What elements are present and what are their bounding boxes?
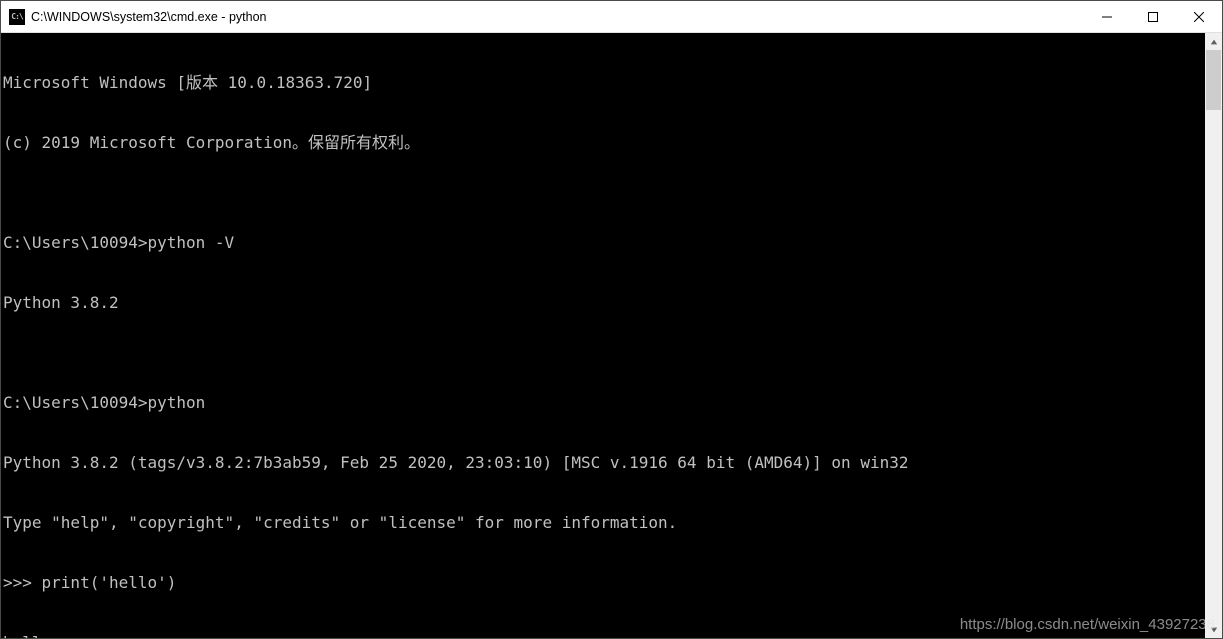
maximize-button[interactable] xyxy=(1130,1,1176,32)
cmd-icon: C:\ xyxy=(9,9,25,25)
terminal-line: >>> print('hello') xyxy=(3,573,1205,593)
terminal-line: Python 3.8.2 (tags/v3.8.2:7b3ab59, Feb 2… xyxy=(3,453,1205,473)
titlebar-controls xyxy=(1084,1,1222,32)
titlebar[interactable]: C:\ C:\WINDOWS\system32\cmd.exe - python xyxy=(1,1,1222,33)
close-button[interactable] xyxy=(1176,1,1222,32)
terminal-line: hello xyxy=(3,633,1205,638)
terminal-line: C:\Users\10094>python -V xyxy=(3,233,1205,253)
terminal-line: Microsoft Windows [版本 10.0.18363.720] xyxy=(3,73,1205,93)
client-area: Microsoft Windows [版本 10.0.18363.720] (c… xyxy=(1,33,1222,638)
terminal-line: (c) 2019 Microsoft Corporation。保留所有权利。 xyxy=(3,133,1205,153)
terminal-line: Python 3.8.2 xyxy=(3,293,1205,313)
terminal-line: C:\Users\10094>python xyxy=(3,393,1205,413)
scrollbar-thumb[interactable] xyxy=(1206,50,1221,110)
minimize-button[interactable] xyxy=(1084,1,1130,32)
scrollbar-track[interactable] xyxy=(1205,50,1222,621)
window-title: C:\WINDOWS\system32\cmd.exe - python xyxy=(31,10,1084,24)
scroll-down-button[interactable] xyxy=(1205,621,1222,638)
vertical-scrollbar[interactable] xyxy=(1205,33,1222,638)
terminal-output[interactable]: Microsoft Windows [版本 10.0.18363.720] (c… xyxy=(1,33,1205,638)
cmd-window: C:\ C:\WINDOWS\system32\cmd.exe - python… xyxy=(0,0,1223,639)
scroll-up-button[interactable] xyxy=(1205,33,1222,50)
terminal-line: Type "help", "copyright", "credits" or "… xyxy=(3,513,1205,533)
